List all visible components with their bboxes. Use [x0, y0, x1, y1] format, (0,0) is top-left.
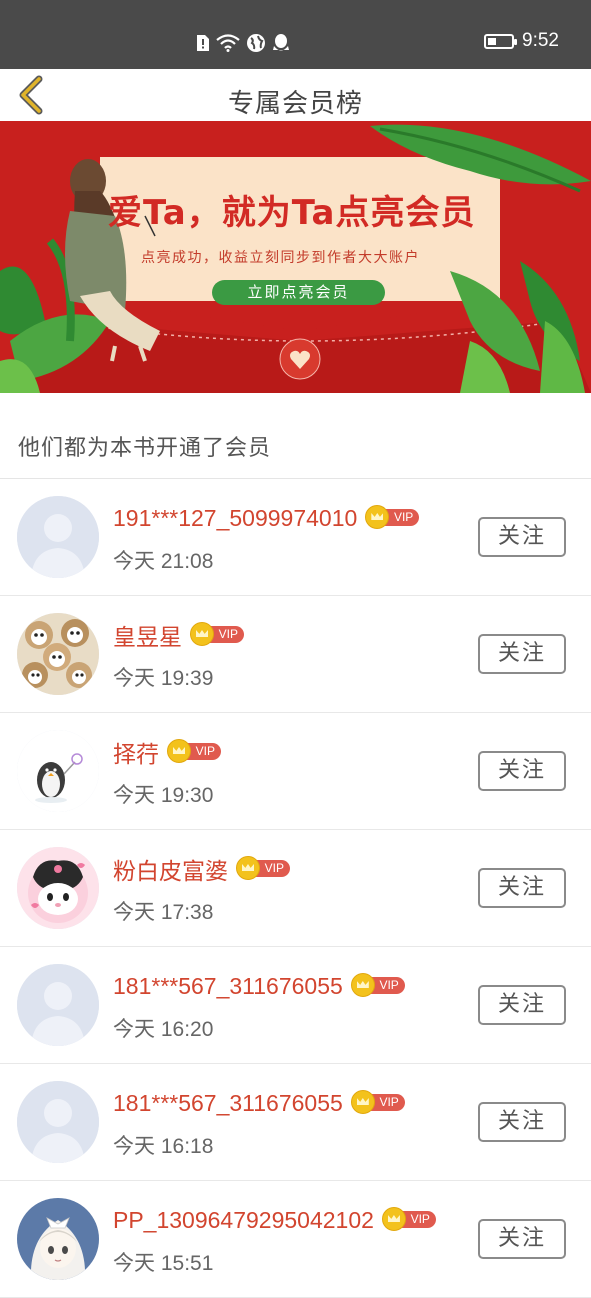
member-name[interactable]: 皇昱星	[113, 618, 182, 652]
vip-badge: VIP	[350, 1090, 405, 1116]
crown-icon	[167, 739, 191, 763]
member-time: 今天 15:51	[113, 1252, 214, 1275]
member-name-line: 181***567_311676055 VIP	[113, 969, 405, 1003]
wifi-icon	[216, 34, 240, 52]
crown-icon	[190, 622, 214, 646]
follow-button[interactable]: 关注	[478, 634, 566, 674]
member-time: 今天 19:30	[113, 784, 214, 807]
status-right: 9:52	[484, 30, 559, 52]
kuromi-avatar[interactable]	[17, 847, 99, 929]
follow-button[interactable]: 关注	[478, 985, 566, 1025]
vip-badge: VIP	[365, 505, 420, 531]
plush-bears-avatar[interactable]	[17, 613, 99, 695]
list-item[interactable]: 择荇 VIP 今天 19:30 关注	[0, 713, 591, 830]
default-avatar[interactable]	[17, 1081, 99, 1163]
list-item[interactable]: 粉白皮富婆 VIP 今天 17:38 关注	[0, 830, 591, 947]
crown-icon	[381, 1207, 406, 1231]
member-list: 191***127_5099974010 VIP 今天 21:08 关注 皇昱星…	[0, 479, 591, 1298]
banner-cta-button[interactable]: 立即点亮会员	[212, 280, 385, 305]
banner-headline: 爱Ta，就为Ta点亮会员	[108, 193, 476, 233]
vip-badge: VIP	[236, 856, 290, 882]
vip-badge: VIP	[350, 973, 405, 999]
follow-button[interactable]: 关注	[478, 868, 566, 908]
battery-icon	[484, 33, 518, 49]
member-name-line: 191***127_5099974010 VIP	[113, 501, 420, 535]
qq-icon	[273, 34, 289, 51]
list-item[interactable]: 191***127_5099974010 VIP 今天 21:08 关注	[0, 479, 591, 596]
promo-banner[interactable]: 爱Ta，就为Ta点亮会员 点亮成功，收益立刻同步到作者大大账户 立即点亮会员	[0, 121, 591, 393]
clock: 9:52	[522, 30, 559, 51]
vip-badge: VIP	[167, 739, 221, 765]
follow-button[interactable]: 关注	[478, 1102, 566, 1142]
member-time: 今天 17:38	[113, 901, 214, 924]
member-name-line: 粉白皮富婆 VIP	[113, 852, 290, 886]
page-title: 专属会员榜	[227, 89, 363, 119]
member-time: 今天 16:18	[113, 1135, 214, 1158]
member-time: 今天 19:39	[113, 667, 214, 690]
vip-badge: VIP	[190, 622, 244, 648]
list-item[interactable]: PP_13096479295042102 VIP 今天 15:51 关注	[0, 1181, 591, 1298]
vip-badge: VIP	[381, 1207, 436, 1233]
follow-button[interactable]: 关注	[478, 1219, 566, 1259]
app-header: 专属会员榜	[0, 69, 591, 121]
status-bar: 9:52	[0, 0, 591, 69]
section-title: 他们都为本书开通了会员	[18, 436, 272, 461]
crown-icon	[350, 973, 375, 997]
member-name[interactable]: 181***567_311676055	[113, 973, 343, 1000]
member-name-line: 择荇 VIP	[113, 735, 221, 769]
follow-button[interactable]: 关注	[478, 517, 566, 557]
member-name-line: 181***567_311676055 VIP	[113, 1086, 405, 1120]
member-time: 今天 21:08	[113, 550, 214, 573]
list-item[interactable]: 181***567_311676055 VIP 今天 16:18 关注	[0, 1064, 591, 1181]
list-item[interactable]: 181***567_311676055 VIP 今天 16:20 关注	[0, 947, 591, 1064]
crown-icon	[236, 856, 260, 880]
member-name-line: 皇昱星 VIP	[113, 618, 244, 652]
list-item[interactable]: 皇昱星 VIP 今天 19:39 关注	[0, 596, 591, 713]
banner-subline: 点亮成功，收益立刻同步到作者大大账户	[141, 250, 420, 266]
member-name[interactable]: 191***127_5099974010	[113, 505, 357, 532]
status-icons	[196, 30, 290, 56]
anime-girl-avatar[interactable]	[17, 1198, 99, 1280]
follow-button[interactable]: 关注	[478, 751, 566, 791]
member-name-line: PP_13096479295042102 VIP	[113, 1203, 436, 1237]
penguin-avatar[interactable]	[17, 730, 99, 812]
member-time: 今天 16:20	[113, 1018, 214, 1041]
default-avatar[interactable]	[17, 496, 99, 578]
member-name[interactable]: 粉白皮富婆	[113, 852, 228, 886]
sim-alert-icon	[197, 35, 209, 51]
member-name[interactable]: 择荇	[113, 735, 159, 769]
default-avatar[interactable]	[17, 964, 99, 1046]
globe-icon	[247, 34, 265, 52]
member-name[interactable]: 181***567_311676055	[113, 1090, 343, 1117]
crown-icon	[350, 1090, 375, 1114]
member-name[interactable]: PP_13096479295042102	[113, 1207, 374, 1234]
